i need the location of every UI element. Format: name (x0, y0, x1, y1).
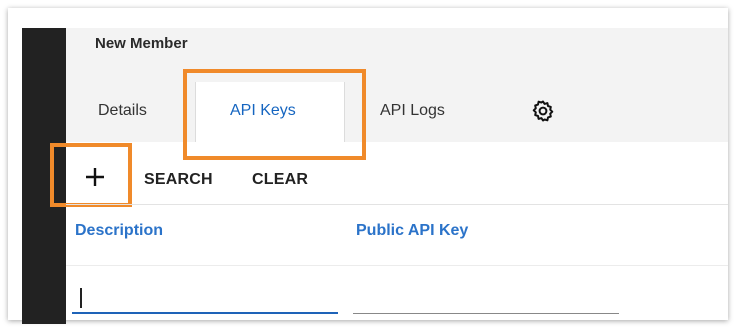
add-button-highlight (50, 143, 132, 207)
api-keys-tab-highlight (183, 69, 366, 160)
description-filter-input[interactable] (72, 282, 338, 314)
column-header-description[interactable]: Description (75, 220, 163, 242)
tab-details[interactable]: Details (98, 100, 147, 122)
public-api-key-filter-input[interactable] (353, 282, 619, 314)
clear-button[interactable]: CLEAR (252, 169, 308, 191)
gear-icon[interactable] (531, 99, 555, 123)
search-button[interactable]: SEARCH (144, 169, 213, 191)
toolbar-divider (66, 204, 728, 205)
page-title: New Member (95, 35, 188, 52)
tab-api-logs[interactable]: API Logs (380, 100, 445, 122)
column-header-public-api-key[interactable]: Public API Key (356, 220, 468, 242)
text-caret (80, 288, 82, 308)
header-row-divider (66, 265, 728, 266)
